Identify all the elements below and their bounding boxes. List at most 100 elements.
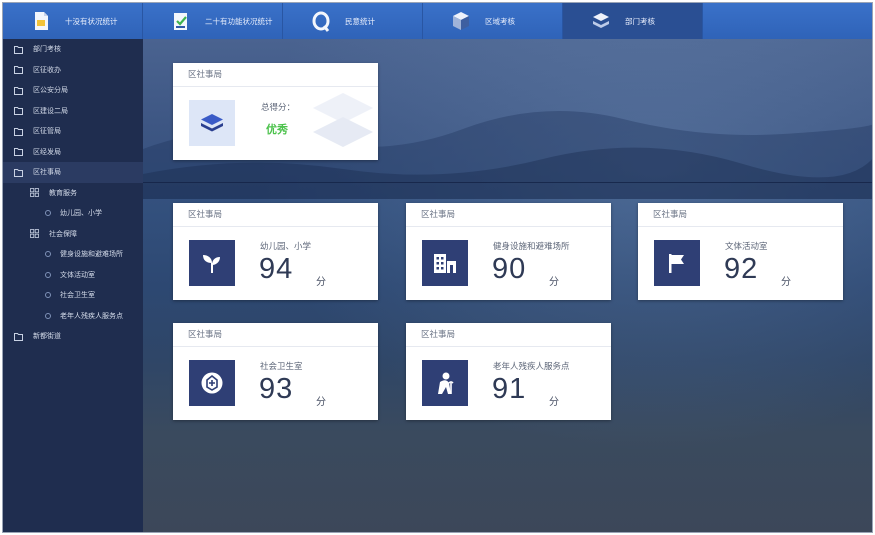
score-unit: 分 [316, 277, 326, 288]
sidebar-item-label: 部门考核 [33, 45, 61, 54]
circle-icon [45, 292, 51, 299]
main-panel: 区社事局 总得分： 优秀 区社事局 幼儿园、小学 94 分 区社事局 健身设施和… [143, 39, 872, 532]
grade-value: 优秀 [266, 123, 288, 136]
tab-label: 二十有功能状况统计 [205, 16, 273, 26]
tab-public-opinion[interactable]: 民意统计 [283, 3, 423, 39]
total-score-label: 总得分： [261, 103, 296, 113]
sidebar-item-social-affairs[interactable]: 区社事局 [3, 162, 143, 183]
sidebar-item-expropriation-office[interactable]: 区征收办 [3, 60, 143, 81]
decorative-layers-icon [313, 93, 373, 147]
sidebar-item-label: 区公安分局 [33, 86, 68, 95]
sidebar-item-education[interactable]: 教育服务 [3, 183, 143, 204]
magnifier-icon [312, 11, 330, 32]
sprout-icon [189, 240, 235, 286]
card-title: 区社事局 [406, 323, 611, 347]
sidebar-item-clinic[interactable]: 社会卫生室 [3, 285, 143, 306]
elderly-icon [422, 360, 468, 406]
tab-department-assessment[interactable]: 部门考核 [563, 3, 703, 39]
sidebar-item-label: 幼儿园、小学 [60, 209, 102, 218]
score-unit: 分 [549, 397, 559, 408]
layers-icon [189, 100, 235, 146]
sidebar-item-label: 老年人残疾人服务点 [60, 311, 123, 320]
tab-label: 民意统计 [345, 16, 375, 26]
sidebar-item-label: 社会保障 [49, 229, 77, 238]
folder-icon [14, 86, 23, 95]
score-unit: 分 [781, 277, 791, 288]
item-name: 文体活动室 [725, 242, 768, 252]
checklist-shield-icon [174, 13, 187, 30]
card-title: 区社事局 [173, 203, 378, 227]
score-value: 94 [259, 253, 294, 285]
score-value: 92 [724, 253, 759, 285]
sidebar-item-construction-bureau[interactable]: 区建设二局 [3, 101, 143, 122]
sidebar-item-label: 区征管局 [33, 127, 61, 136]
score-card-elderly-service[interactable]: 区社事局 老年人残疾人服务点 91 分 [406, 323, 611, 420]
grid-icon [30, 229, 39, 239]
circle-icon [45, 312, 51, 319]
score-value: 91 [492, 373, 527, 405]
folder-icon [14, 147, 23, 157]
sidebar-item-label: 社会卫生室 [60, 291, 95, 300]
sidebar-item-fitness-shelter[interactable]: 健身设施和避难场所 [3, 244, 143, 265]
sidebar-item-culture-room[interactable]: 文体活动室 [3, 265, 143, 286]
card-title: 区社事局 [173, 63, 378, 87]
score-card-kindergarten[interactable]: 区社事局 幼儿园、小学 94 分 [173, 203, 378, 300]
score-unit: 分 [549, 277, 559, 288]
sidebar-item-label: 教育服务 [49, 188, 77, 197]
sidebar: 部门考核 区征收办 区公安分局 区建设二局 区征管局 区经发局 区社事局 教育服… [3, 39, 143, 532]
sidebar-item-label: 区社事局 [33, 168, 61, 177]
score-card-culture-room[interactable]: 区社事局 文体活动室 92 分 [638, 203, 843, 300]
tab-label: 部门考核 [625, 16, 655, 26]
folder-icon [14, 45, 23, 54]
summary-card[interactable]: 区社事局 总得分： 优秀 [173, 63, 378, 160]
flag-icon [654, 240, 700, 286]
score-value: 90 [492, 253, 527, 285]
circle-icon [45, 251, 51, 258]
folder-icon [14, 332, 23, 341]
card-title: 区社事局 [638, 203, 843, 227]
circle-icon [45, 210, 51, 217]
sidebar-item-xindu-street[interactable]: 新都街道 [3, 326, 143, 347]
sidebar-item-label: 区经发局 [33, 147, 61, 156]
folder-icon [14, 168, 23, 177]
sidebar-item-label: 文体活动室 [60, 270, 95, 279]
folder-icon [14, 106, 23, 116]
tab-label: 十没有状况统计 [65, 16, 118, 26]
clinic-icon [189, 360, 235, 406]
sidebar-item-elderly-service[interactable]: 老年人残疾人服务点 [3, 306, 143, 327]
app-window: 十没有状况统计 二十有功能状况统计 民意统计 区域考核 部门考核 部门考核 区征… [2, 2, 873, 533]
sidebar-item-economic-bureau[interactable]: 区经发局 [3, 142, 143, 163]
cube-icon [453, 12, 469, 30]
score-card-fitness-shelter[interactable]: 区社事局 健身设施和避难场所 90 分 [406, 203, 611, 300]
sidebar-item-label: 新都街道 [33, 332, 61, 341]
sidebar-item-label: 健身设施和避难场所 [60, 250, 123, 259]
circle-icon [45, 271, 51, 278]
sidebar-item-label: 区征收办 [33, 65, 61, 74]
card-title: 区社事局 [173, 323, 378, 347]
building-icon [422, 240, 468, 286]
item-name: 社会卫生室 [260, 362, 303, 372]
sidebar-item-administration-bureau[interactable]: 区征管局 [3, 121, 143, 142]
score-value: 93 [259, 373, 294, 405]
item-name: 健身设施和避难场所 [493, 242, 570, 252]
tab-no-status-stats[interactable]: 十没有状况统计 [3, 3, 143, 39]
folder-icon [14, 127, 23, 136]
sidebar-item-social-security[interactable]: 社会保障 [3, 224, 143, 245]
document-flag-icon [35, 12, 48, 30]
sidebar-item-public-security[interactable]: 区公安分局 [3, 80, 143, 101]
top-nav: 十没有状况统计 二十有功能状况统计 民意统计 区域考核 部门考核 [3, 3, 872, 39]
tab-function-status-stats[interactable]: 二十有功能状况统计 [143, 3, 283, 39]
sidebar-item-label: 区建设二局 [33, 106, 68, 115]
card-title: 区社事局 [406, 203, 611, 227]
divider [143, 182, 872, 183]
tab-area-assessment[interactable]: 区域考核 [423, 3, 563, 39]
score-card-clinic[interactable]: 区社事局 社会卫生室 93 分 [173, 323, 378, 420]
item-name: 老年人残疾人服务点 [493, 362, 570, 372]
score-unit: 分 [316, 397, 326, 408]
sidebar-item-kindergarten[interactable]: 幼儿园、小学 [3, 203, 143, 224]
layers-icon [593, 13, 609, 28]
tab-label: 区域考核 [485, 16, 515, 26]
sidebar-item-department-assessment[interactable]: 部门考核 [3, 39, 143, 60]
folder-icon [14, 65, 23, 75]
grid-icon [30, 188, 39, 198]
